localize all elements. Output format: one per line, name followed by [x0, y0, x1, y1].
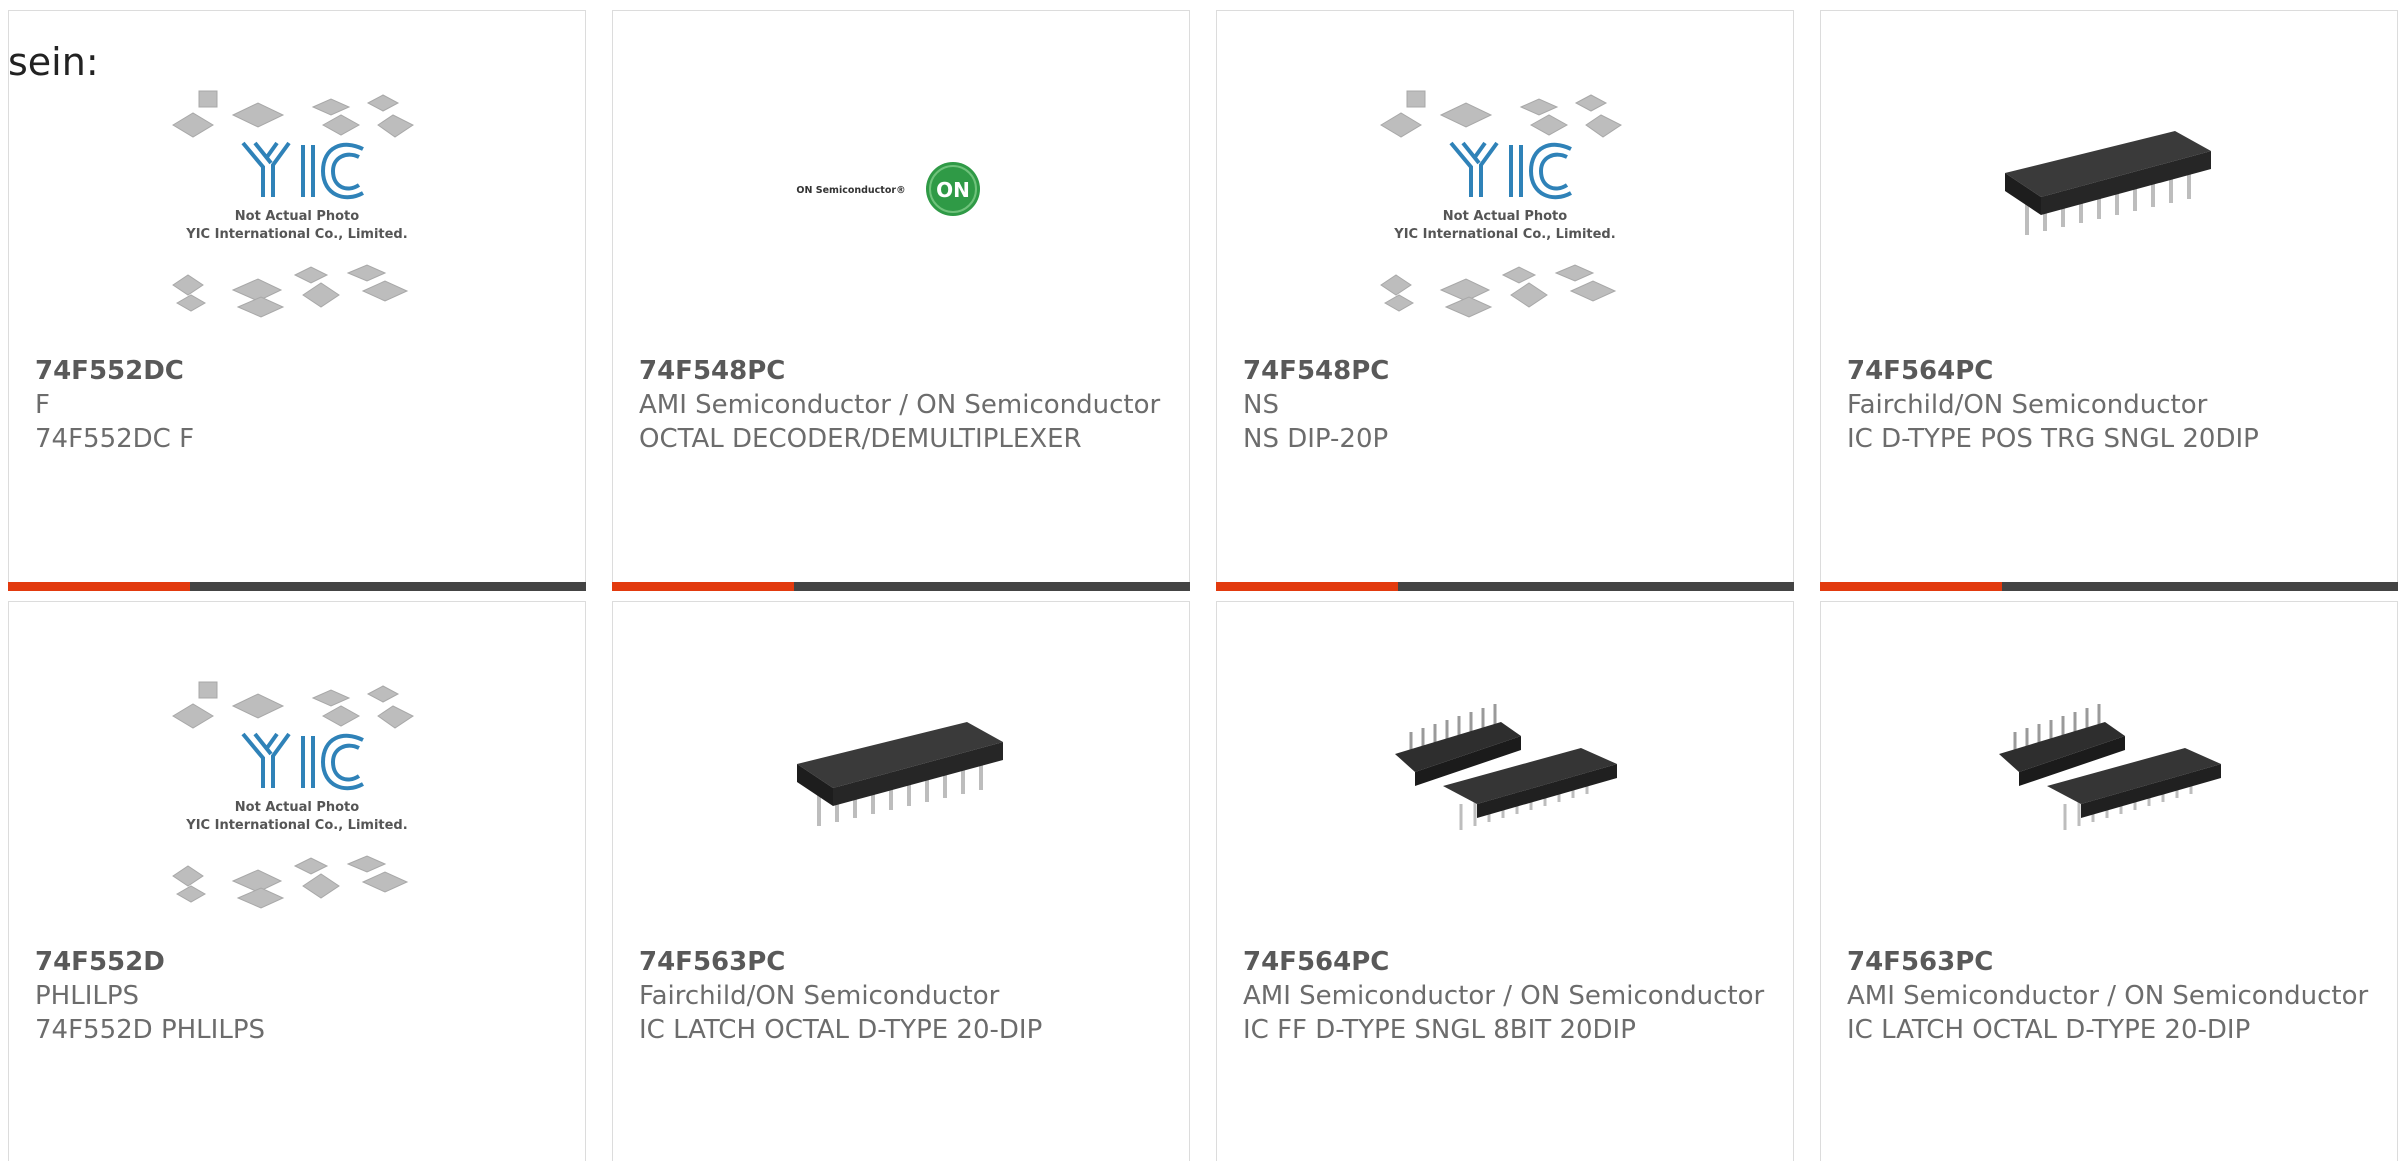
manufacturer-label: AMI Semiconductor / ON Semiconductor — [1847, 981, 2369, 1011]
part-number-link[interactable]: 74F564PC — [1847, 354, 2371, 388]
product-info: 74F552D PHLILPS 74F552D PHLILPS — [35, 945, 559, 1047]
description-label: OCTAL DECODER/DEMULTIPLEXER — [639, 424, 1082, 454]
svg-text:YIC International Co., Limited: YIC International Co., Limited. — [185, 818, 407, 833]
part-number-link[interactable]: 74F563PC — [639, 945, 1163, 979]
placeholder-photo[interactable]: Not Actual Photo YIC International Co., … — [163, 676, 431, 944]
manufacturer-label: F — [35, 390, 50, 420]
manufacturer-label: Fairchild/ON Semiconductor — [639, 981, 1000, 1011]
product-info: 74F552DC F 74F552DC F — [35, 354, 559, 456]
two-dip-chips-photo[interactable] — [1975, 676, 2243, 944]
product-info: 74F563PC Fairchild/ON Semiconductor IC L… — [639, 945, 1163, 1047]
description-label: 74F552DC F — [35, 424, 195, 454]
svg-text:YIC International Co., Limited: YIC International Co., Limited. — [185, 227, 407, 242]
product-card[interactable]: 74F563PC AMI Semiconductor / ON Semicond… — [1820, 601, 2398, 1161]
svg-text:ON Semiconductor®: ON Semiconductor® — [796, 185, 905, 196]
section-heading: sein: — [8, 40, 99, 84]
part-number-link[interactable]: 74F563PC — [1847, 945, 2371, 979]
dip-chip-photo[interactable] — [1975, 85, 2243, 353]
product-info: 74F563PC AMI Semiconductor / ON Semicond… — [1847, 945, 2371, 1047]
svg-text:YIC International Co., Limited: YIC International Co., Limited. — [1393, 227, 1615, 242]
part-number-link[interactable]: 74F564PC — [1243, 945, 1767, 979]
product-info: 74F548PC AMI Semiconductor / ON Semicond… — [639, 354, 1163, 456]
product-card[interactable]: 74F564PC AMI Semiconductor / ON Semicond… — [1216, 601, 1794, 1161]
description-label: IC D-TYPE POS TRG SNGL 20DIP — [1847, 424, 2259, 454]
manufacturer-label: PHLILPS — [35, 981, 140, 1011]
card-accent-bar — [1820, 582, 2398, 591]
manufacturer-label: Fairchild/ON Semiconductor — [1847, 390, 2208, 420]
product-info: 74F564PC Fairchild/ON Semiconductor IC D… — [1847, 354, 2371, 456]
part-number-link[interactable]: 74F552DC — [35, 354, 559, 388]
description-label: IC LATCH OCTAL D-TYPE 20-DIP — [639, 1015, 1043, 1045]
two-dip-chips-photo[interactable] — [1371, 676, 1639, 944]
on-semi-logo[interactable]: ON Semiconductor® ON — [767, 85, 1035, 353]
svg-text:ON: ON — [936, 178, 970, 202]
product-card[interactable]: 74F564PC Fairchild/ON Semiconductor IC D… — [1820, 10, 2398, 591]
dip-chip-photo[interactable] — [767, 676, 1035, 944]
placeholder-photo[interactable]: Not Actual Photo YIC International Co., … — [1371, 85, 1639, 353]
product-info: 74F564PC AMI Semiconductor / ON Semicond… — [1243, 945, 1767, 1047]
description-label: 74F552D PHLILPS — [35, 1015, 266, 1045]
part-number-link[interactable]: 74F548PC — [1243, 354, 1767, 388]
description-label: IC LATCH OCTAL D-TYPE 20-DIP — [1847, 1015, 2251, 1045]
part-number-link[interactable]: 74F552D — [35, 945, 559, 979]
card-accent-bar — [612, 582, 1190, 591]
manufacturer-label: AMI Semiconductor / ON Semiconductor — [639, 390, 1161, 420]
product-card[interactable]: Not Actual Photo YIC International Co., … — [8, 10, 586, 591]
product-card[interactable]: 74F563PC Fairchild/ON Semiconductor IC L… — [612, 601, 1190, 1161]
card-accent-bar — [8, 582, 586, 591]
card-accent-fill — [612, 582, 795, 591]
manufacturer-label: AMI Semiconductor / ON Semiconductor — [1243, 981, 1765, 1011]
part-number-link[interactable]: 74F548PC — [639, 354, 1163, 388]
product-card[interactable]: ON Semiconductor® ON 74F548PC AMI Semico… — [612, 10, 1190, 591]
svg-text:Not Actual Photo: Not Actual Photo — [235, 800, 359, 815]
placeholder-photo[interactable]: Not Actual Photo YIC International Co., … — [163, 85, 431, 353]
description-label: NS DIP-20P — [1243, 424, 1389, 454]
product-card[interactable]: Not Actual Photo YIC International Co., … — [8, 601, 586, 1161]
product-card[interactable]: Not Actual Photo YIC International Co., … — [1216, 10, 1794, 591]
card-accent-bar — [1216, 582, 1794, 591]
manufacturer-label: NS — [1243, 390, 1279, 420]
card-accent-fill — [1820, 582, 2003, 591]
card-accent-fill — [8, 582, 191, 591]
svg-text:Not Actual Photo: Not Actual Photo — [1443, 209, 1567, 224]
description-label: IC FF D-TYPE SNGL 8BIT 20DIP — [1243, 1015, 1636, 1045]
product-info: 74F548PC NS NS DIP-20P — [1243, 354, 1767, 456]
svg-text:Not Actual Photo: Not Actual Photo — [235, 209, 359, 224]
card-accent-fill — [1216, 582, 1399, 591]
